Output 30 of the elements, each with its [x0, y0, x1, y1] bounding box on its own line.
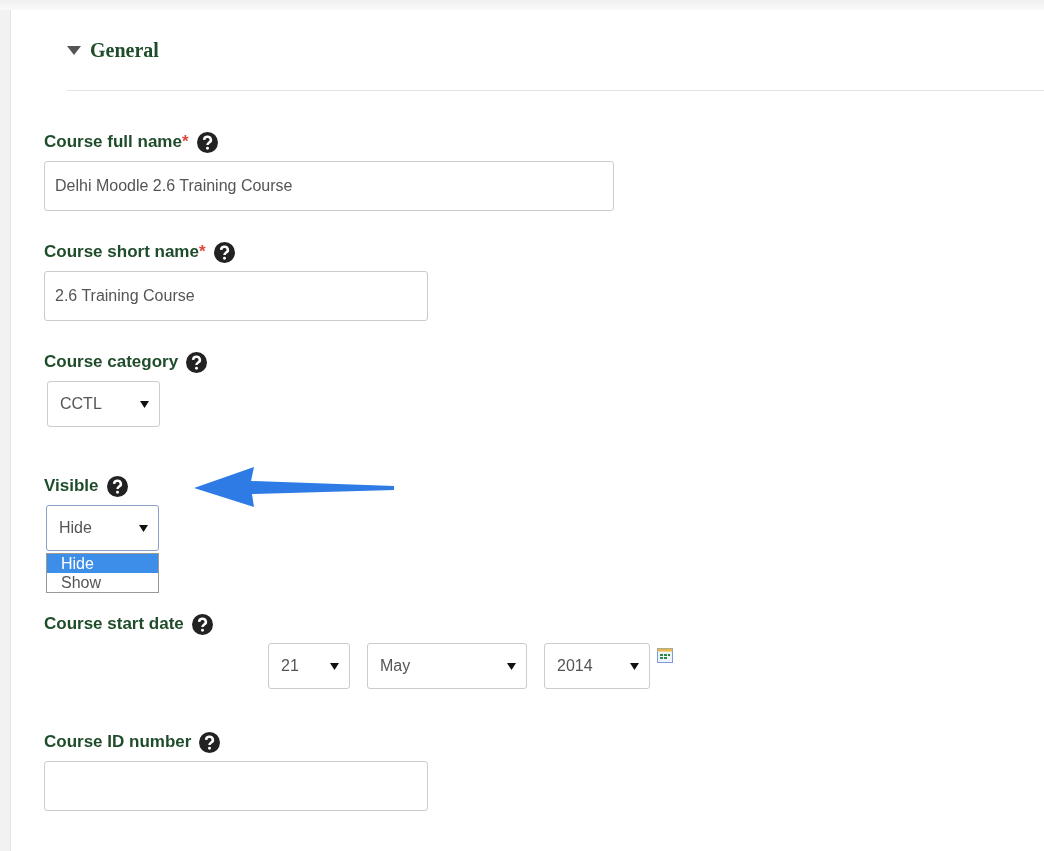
field-label: Course short name — [44, 242, 199, 262]
text-field[interactable] — [44, 761, 428, 811]
select-dropdown[interactable]: 21 — [268, 643, 350, 689]
select-dropdown[interactable]: CCTL — [47, 381, 160, 427]
help-icon[interactable] — [213, 241, 235, 263]
help-icon[interactable] — [199, 731, 221, 753]
select-dropdown[interactable]: May — [367, 643, 527, 689]
help-icon[interactable] — [106, 475, 128, 497]
caret-icon — [507, 662, 516, 670]
field-label: Course category — [44, 352, 179, 372]
field-label: Visible — [44, 476, 99, 496]
caret-icon — [330, 662, 339, 670]
help-icon[interactable] — [186, 351, 208, 373]
help-icon[interactable] — [191, 613, 213, 635]
caret-icon — [140, 400, 149, 408]
required-mark: * — [198, 242, 206, 262]
text-field[interactable]: 2.6 Training Course — [44, 271, 428, 321]
calendar-icon[interactable] — [657, 648, 673, 663]
caret-icon — [630, 662, 639, 670]
expanded-triangle-icon[interactable] — [67, 45, 81, 55]
required-mark: * — [181, 132, 189, 152]
field-label: Course ID number — [44, 732, 192, 752]
field-label: Course start date — [44, 614, 184, 634]
text-field[interactable]: Delhi Moodle 2.6 Training Course — [44, 161, 614, 211]
help-icon[interactable] — [196, 131, 218, 153]
select-dropdown[interactable]: Hide — [46, 505, 159, 551]
select-dropdown[interactable]: 2014 — [544, 643, 650, 689]
field-label: Course full name — [44, 132, 182, 152]
caret-icon — [139, 524, 148, 532]
section-title: General — [90, 38, 159, 62]
